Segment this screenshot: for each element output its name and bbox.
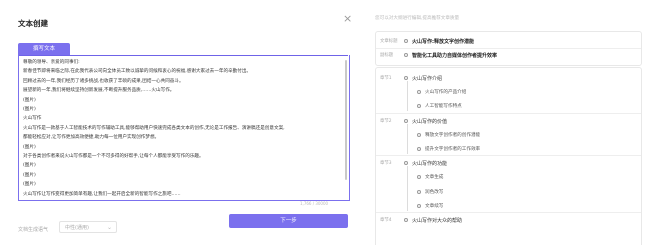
node-dot-icon: [404, 53, 408, 57]
node-dot-icon: [404, 218, 408, 222]
node-dot-icon: [417, 147, 421, 151]
divider: [376, 212, 641, 213]
tone-select[interactable]: 中性(通用) ⌄: [59, 221, 117, 233]
editor-line: 尊敬的领导、亲爱的同事们:: [23, 60, 80, 65]
subsection-title[interactable]: 释放文字创作者的创作潜能: [425, 132, 480, 138]
chevron-down-icon: ⌄: [106, 224, 112, 231]
section-title[interactable]: 火山写作的价值: [412, 118, 447, 125]
node-dot-icon: [404, 76, 408, 80]
editor-content[interactable]: 尊敬的领导、亲爱的同事们: 新春佳节即将来临之际,在此我代表公司向全体员工致以诚挚…: [23, 58, 341, 199]
node-dot-icon: [417, 189, 421, 194]
editor-line: 新春佳节即将来临之际,在此我代表公司向全体员工致以诚挚的问候和衷心的祝福,感谢大…: [23, 69, 252, 75]
editor-line: 火山写作: [23, 116, 42, 122]
node-dot-icon: [417, 175, 421, 180]
title-box: 文章标题 火山写作:释放文字创作潜能 副标题 智能化工具助力自媒体创作者提升效率: [375, 31, 642, 66]
section-label: 章节1: [380, 76, 392, 81]
editor-line: 对于各类创作者来说火山写作都是一个不可多得的好帮手,让每个人都能享受写作的乐趣。: [23, 154, 204, 160]
section-title[interactable]: 火山写作的功能: [412, 160, 447, 167]
node-dot-icon: [417, 203, 421, 208]
subsection-title[interactable]: 火山写作的产品介绍: [425, 89, 466, 95]
editor-line: (图片): [23, 182, 36, 188]
node-dot-icon: [417, 104, 421, 109]
text-editor[interactable]: 尊敬的领导、亲爱的同事们: 新春佳节即将来临之际,在此我代表公司向全体员工致以诚挚…: [18, 55, 350, 201]
editor-line: (图片): [23, 163, 36, 169]
editor-line: (图片): [23, 107, 36, 113]
tone-label: 文档生成语气: [18, 227, 49, 233]
editor-line: 火山写作让写作变得更加简单有趣,让我们一起开启全新的智能写作之旅吧……: [23, 191, 181, 197]
section-label: 章节3: [380, 161, 392, 167]
editor-line: 展望新的一年,我们将继续坚持创新发展,不断提升服务品质,……火山写作。: [23, 88, 175, 94]
node-dot-icon: [404, 161, 408, 166]
editor-line: (图片): [23, 144, 36, 150]
node-dot-icon: [404, 39, 408, 43]
dialog-title: 文本创建: [18, 19, 48, 28]
text-creation-panel: 文本创建 × 撰写文本 尊敬的领导、亲爱的同事们: 新春佳节即将来临之际,在此我代…: [0, 0, 358, 244]
row-label: 副标题: [380, 53, 394, 58]
editor-line: 火山写作是一款基于人工智能技术的写作辅助工具,能够帮助用户快速完成各类文本的创作…: [23, 125, 285, 131]
subsection-title[interactable]: 文章生成: [425, 174, 443, 180]
section-title[interactable]: 火山写作介绍: [412, 75, 442, 82]
tree-connector: [407, 123, 408, 154]
subsection-title[interactable]: 润色改写: [425, 189, 443, 195]
node-dot-icon: [417, 90, 421, 95]
tone-select-value: 中性(通用): [65, 225, 89, 231]
node-dot-icon: [417, 132, 421, 137]
tree-connector: [407, 81, 408, 112]
section-label: 章节2: [380, 118, 392, 124]
subsection-title[interactable]: 提升文字创作者的工作效率: [425, 146, 480, 152]
section-title[interactable]: 火山写作对大众的帮助: [412, 217, 462, 224]
divider: [376, 48, 641, 49]
close-icon[interactable]: ×: [343, 13, 352, 24]
outline-panel: 您可以对大纲进行编辑,提高推荐文章质量 文章标题 火山写作:释放文字创作潜能 副…: [358, 0, 649, 245]
editor-line: 回顾过去的一年,我们经历了诸多挑战,也收获了丰硕的成果,团结一心共同奋斗。: [23, 78, 184, 84]
editor-scrollbar[interactable]: [345, 60, 347, 180]
article-subtitle[interactable]: 智能化工具助力自媒体创作者提升效率: [412, 52, 497, 59]
sections-box: 章节1 火山写作介绍火山写作的产品介绍 人工智能写作特点章节2 火山写作的价值释放文字…: [375, 67, 642, 245]
editor-line: (图片): [23, 97, 36, 103]
divider: [376, 112, 641, 114]
editor-line: (图片): [23, 172, 36, 178]
editor-line: 都能轻松应对,让写作更加高效便捷,助力每一位用户实现创作梦想。: [23, 135, 160, 141]
article-title[interactable]: 火山写作:释放文字创作潜能: [412, 38, 474, 45]
outline-hint: 您可以对大纲进行编辑,提高推荐文章质量: [375, 16, 460, 21]
subsection-title[interactable]: 人工智能写作特点: [425, 103, 462, 109]
subsection-title[interactable]: 文章续写: [425, 203, 443, 209]
node-dot-icon: [404, 118, 408, 123]
section-label: 章节4: [380, 218, 392, 223]
row-label: 文章标题: [380, 39, 398, 44]
divider: [376, 155, 641, 157]
char-count: 1,766 / 30000: [300, 201, 329, 206]
tab-write-text[interactable]: 撰写文本: [18, 43, 70, 55]
tree-connector: [407, 166, 408, 211]
next-button[interactable]: 下一步: [229, 214, 348, 228]
